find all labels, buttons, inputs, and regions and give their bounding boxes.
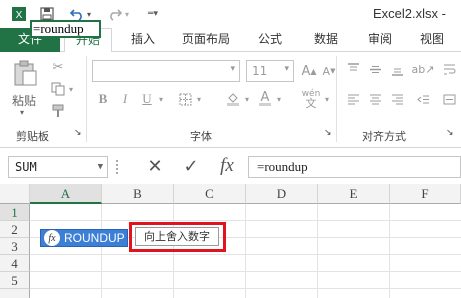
copy-dropdown-icon[interactable]: ▾ [66,80,76,98]
chevron-down-icon: ▾ [284,64,289,74]
customize-qat-icon[interactable]: ═▾ [142,3,164,25]
font-color-dropdown-icon[interactable]: ▾ [274,90,284,108]
phonetic-guide-icon[interactable]: wén 文 [298,88,324,110]
svg-text:X: X [16,10,23,21]
column-header-f[interactable]: F [390,184,461,204]
row-header-1[interactable]: 1 [0,204,30,221]
active-cell-a1[interactable]: =roundup [30,20,101,38]
clipboard-dialog-launcher-icon[interactable]: ↘ [74,128,82,138]
chevron-down-icon[interactable]: ▼ [98,157,103,177]
autocomplete-item-roundup[interactable]: fx ROUNDUP [40,229,128,247]
ribbon-home: 粘贴 ▾ ✂ ▾ 剪贴板 ↘ ▾ 11 ▾ A ▲ A ▼ B I U ▾ ▾ ▾ … [0,52,461,148]
insert-function-button[interactable]: fx [212,154,242,178]
paste-label[interactable]: 粘贴 [12,92,36,109]
name-box[interactable]: SUM ▼ [8,156,108,178]
confirm-entry-button[interactable]: ✓ [176,154,206,178]
cancel-entry-button[interactable]: ✕ [140,154,170,178]
select-all-corner[interactable] [0,184,30,204]
decrease-indent-icon[interactable] [414,90,432,108]
fill-color-icon[interactable] [224,90,242,108]
copy-icon[interactable] [48,80,68,98]
font-group-label: 字体 [190,130,212,143]
merge-center-icon[interactable] [440,90,458,108]
row-header-2[interactable]: 2 [0,221,30,238]
redo-dropdown-icon[interactable]: ▾ [122,3,132,25]
orientation-icon[interactable]: ab↗ [412,60,435,78]
align-middle-icon[interactable] [366,60,384,78]
underline-icon[interactable]: U [138,90,156,108]
tab-insert[interactable]: 插入 [120,28,166,52]
increase-font-size-icon[interactable]: A ▲ [300,62,318,80]
align-left-icon[interactable] [344,90,362,108]
alignment-group-label: 对齐方式 [362,130,406,143]
column-header-a[interactable]: A [30,184,102,204]
row-header-3[interactable]: 3 [0,238,30,255]
format-painter-icon[interactable] [48,102,68,120]
column-header-b[interactable]: B [102,184,174,204]
function-icon: fx [44,230,60,246]
paste-dropdown-icon[interactable]: ▾ [20,108,24,117]
align-top-icon[interactable] [344,60,362,78]
group-divider [86,56,87,142]
borders-icon[interactable] [176,90,194,108]
bold-icon[interactable]: B [94,90,112,108]
borders-dropdown-icon[interactable]: ▾ [194,90,204,108]
font-color-icon[interactable]: A [256,90,274,108]
font-name-combo[interactable]: ▾ [92,60,240,82]
row-header-5[interactable]: 5 [0,272,30,289]
column-header-d[interactable]: D [246,184,318,204]
excel-logo-icon: X [8,3,30,25]
tab-review[interactable]: 审阅 [360,28,400,52]
font-dialog-launcher-icon[interactable]: ↘ [324,128,332,138]
group-divider [336,56,337,142]
name-box-value: SUM [15,160,37,174]
column-header-c[interactable]: C [174,184,246,204]
formula-bar-grip-icon[interactable] [116,160,120,174]
chevron-down-icon: ▾ [230,64,235,74]
formula-bar: SUM ▼ ✕ ✓ fx =roundup [0,148,461,184]
font-size-value: 11 [252,64,268,78]
alignment-dialog-launcher-icon[interactable]: ↘ [446,128,454,138]
column-header-e[interactable]: E [318,184,390,204]
tab-data[interactable]: 数据 [306,28,346,52]
paste-icon[interactable] [10,58,40,88]
wrap-text-icon[interactable] [440,60,458,78]
tab-page-layout[interactable]: 页面布局 [174,28,238,52]
fill-color-dropdown-icon[interactable]: ▾ [242,90,252,108]
grid-lines [30,204,461,298]
phonetic-dropdown-icon[interactable]: ▾ [322,90,332,108]
row-header-4[interactable]: 4 [0,255,30,272]
row-header-6[interactable] [0,289,30,298]
tab-view[interactable]: 视图 [412,28,452,52]
tab-formulas[interactable]: 公式 [250,28,290,52]
italic-icon[interactable]: I [116,90,134,108]
font-size-combo[interactable]: 11 ▾ [246,60,294,82]
underline-dropdown-icon[interactable]: ▾ [156,90,166,108]
window-title: Excel2.xlsx - [373,6,446,21]
align-bottom-icon[interactable] [388,60,406,78]
align-right-icon[interactable] [388,90,406,108]
cut-icon[interactable]: ✂ [48,58,68,76]
clipboard-group-label: 剪贴板 [16,130,49,143]
autocomplete-item-label: ROUNDUP [64,231,125,245]
formula-input[interactable]: =roundup [248,156,461,178]
align-center-icon[interactable] [366,90,384,108]
highlight-frame [129,222,226,252]
